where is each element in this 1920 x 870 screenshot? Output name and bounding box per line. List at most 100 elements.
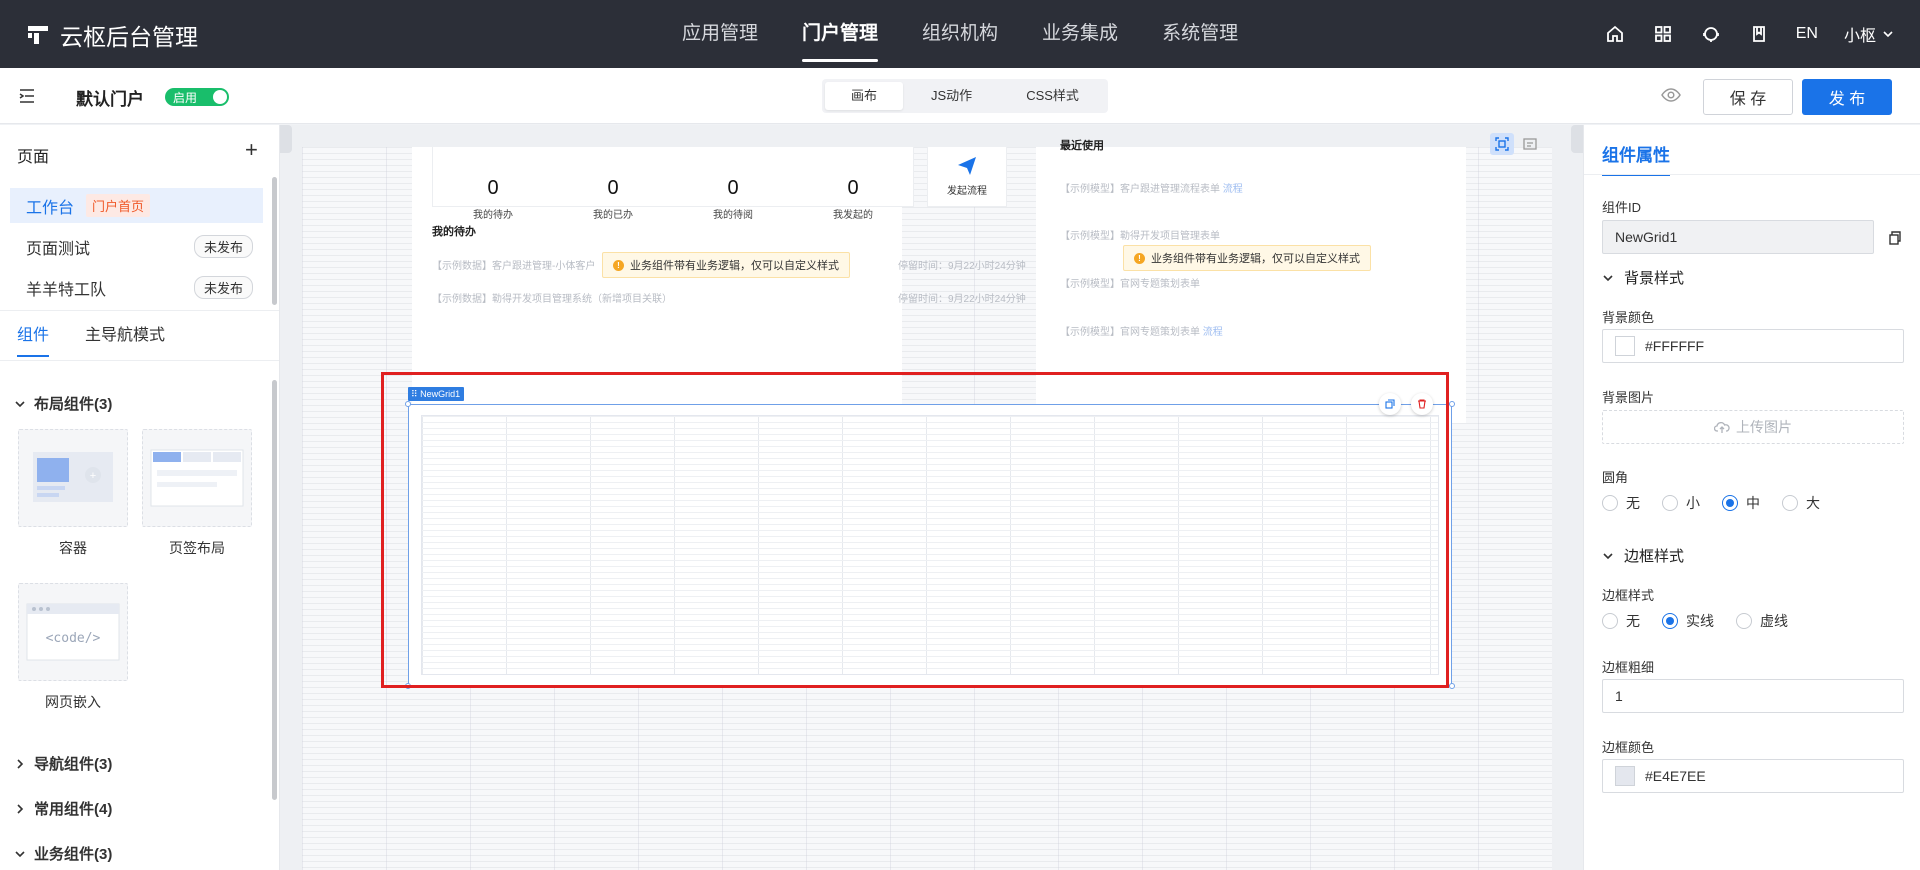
stat-todo[interactable]: 0 我的待办 xyxy=(433,177,553,221)
color-swatch[interactable] xyxy=(1615,336,1635,356)
group-label: 业务组件(3) xyxy=(34,846,113,863)
chevron-down-icon xyxy=(1883,31,1893,38)
resize-handle[interactable] xyxy=(1449,683,1455,689)
border-section-toggle[interactable]: 边框样式 xyxy=(1602,545,1684,566)
main-nav: 应用管理 门户管理 组织机构 业务集成 系统管理 xyxy=(660,0,1260,68)
mobile-view-icon[interactable] xyxy=(1518,133,1542,155)
portal-name: 默认门户 xyxy=(76,90,144,109)
tab-js-actions[interactable]: JS动作 xyxy=(905,82,998,110)
collapse-left-handle[interactable] xyxy=(280,125,292,153)
group-common[interactable]: 常用组件(4) xyxy=(14,798,112,819)
chevron-right-icon xyxy=(17,758,24,769)
grid-apps-icon[interactable] xyxy=(1652,23,1674,45)
radius-label: 圆角 xyxy=(1602,470,1629,485)
business-warning: ! 业务组件带有业务逻辑，仅可以自定义样式 xyxy=(1123,245,1371,271)
todo-row-time: 停留时间：9月22小时24分钟 xyxy=(898,261,1026,272)
component-tab-layout[interactable] xyxy=(142,429,252,527)
nav-system[interactable]: 系统管理 xyxy=(1140,0,1260,68)
recent-row[interactable]: 【示例模型】勒得开发项目管理表单 xyxy=(1060,227,1220,242)
enable-label: 启用 xyxy=(173,90,198,105)
chevron-down-icon xyxy=(15,400,25,407)
tab-css-styles[interactable]: CSS样式 xyxy=(1000,82,1105,110)
recent-row[interactable]: 【示例模型】客户跟进管理流程表单 流程 xyxy=(1060,180,1243,195)
upload-image-button[interactable]: 上传图片 xyxy=(1602,410,1904,444)
save-button[interactable]: 保 存 xyxy=(1703,79,1793,115)
app-logo[interactable]: 云枢后台管理 xyxy=(26,18,198,52)
border-color-field[interactable]: #E4E7EE xyxy=(1602,759,1904,793)
properties-title[interactable]: 组件属性 xyxy=(1602,141,1670,176)
stats-panel: 0 我的待办 0 我的已办 0 我的待阅 0 我发起的 xyxy=(432,147,914,221)
components-scrollbar[interactable] xyxy=(272,380,277,800)
radius-medium[interactable]: 中 xyxy=(1722,493,1760,513)
page-item-test[interactable]: 页面测试 未发布 xyxy=(10,229,263,264)
border-width-field[interactable]: 1 xyxy=(1602,679,1904,713)
color-swatch[interactable] xyxy=(1615,766,1635,786)
group-layout[interactable]: 布局组件(3) xyxy=(14,393,112,414)
collapse-right-handle[interactable] xyxy=(1571,125,1583,153)
nav-integration[interactable]: 业务集成 xyxy=(1020,0,1140,68)
code-embed-icon: <code/> xyxy=(26,603,120,661)
enable-toggle[interactable]: 启用 xyxy=(165,88,229,106)
radius-none[interactable]: 无 xyxy=(1602,493,1640,513)
warning-icon: ! xyxy=(613,259,624,271)
top-right-tools: EN 小枢 xyxy=(1604,0,1894,68)
preview-eye-icon[interactable] xyxy=(1660,84,1682,109)
group-navigation[interactable]: 导航组件(3) xyxy=(14,753,112,774)
divider xyxy=(0,360,279,361)
radius-large[interactable]: 大 xyxy=(1782,493,1820,513)
border-none[interactable]: 无 xyxy=(1602,611,1640,631)
group-business[interactable]: 业务组件(3) xyxy=(14,843,112,864)
book-icon[interactable] xyxy=(1748,23,1770,45)
upload-cloud-icon xyxy=(1714,421,1730,433)
tab-components[interactable]: 组件 xyxy=(17,321,50,357)
todo-row[interactable]: 【示例数据】客户跟进管理-小体客户 xyxy=(432,257,595,272)
chevron-down-icon xyxy=(1603,274,1613,281)
business-warning: ! 业务组件带有业务逻辑，仅可以自定义样式 xyxy=(602,252,850,278)
user-menu[interactable]: 小枢 xyxy=(1844,22,1894,46)
stat-done[interactable]: 0 我的已办 xyxy=(553,177,673,221)
publish-button[interactable]: 发 布 xyxy=(1802,79,1892,115)
launch-process-button[interactable]: 发起流程 xyxy=(927,147,1007,207)
top-navigation: 云枢后台管理 应用管理 门户管理 组织机构 业务集成 系统管理 EN 小枢 xyxy=(0,0,1920,68)
editor-toolbar: 默认门户 启用 画布 JS动作 CSS样式 保 存 发 布 xyxy=(0,68,1920,124)
stat-initiated[interactable]: 0 我发起的 xyxy=(793,177,913,221)
component-container[interactable]: + xyxy=(18,429,128,527)
group-label: 布局组件(3) xyxy=(34,396,113,413)
border-dashed[interactable]: 虚线 xyxy=(1736,611,1788,631)
recent-row[interactable]: 【示例模型】官网专题策划表单 流程 xyxy=(1060,323,1223,338)
resize-handle[interactable] xyxy=(1449,401,1455,407)
background-section-toggle[interactable]: 背景样式 xyxy=(1602,267,1684,288)
add-page-icon[interactable]: + xyxy=(245,139,258,161)
chevron-down-icon xyxy=(15,850,25,857)
stat-read[interactable]: 0 我的待阅 xyxy=(673,177,793,221)
tab-canvas[interactable]: 画布 xyxy=(825,82,904,110)
support-icon[interactable] xyxy=(1700,23,1722,45)
component-id-field[interactable]: NewGrid1 xyxy=(1602,220,1874,254)
pages-scrollbar[interactable] xyxy=(272,177,277,305)
component-iframe[interactable]: <code/> xyxy=(18,583,128,681)
fit-screen-icon[interactable] xyxy=(1490,133,1514,155)
home-icon[interactable] xyxy=(1604,23,1626,45)
tab-main-nav-mode[interactable]: 主导航模式 xyxy=(85,321,165,357)
border-style-label: 边框样式 xyxy=(1602,588,1655,603)
nav-organization[interactable]: 组织机构 xyxy=(900,0,1020,68)
bg-image-label: 背景图片 xyxy=(1602,390,1655,405)
page-name: 工作台 xyxy=(26,199,75,217)
menu-collapse-icon[interactable] xyxy=(18,87,36,108)
border-solid[interactable]: 实线 xyxy=(1662,611,1714,631)
language-switch[interactable]: EN xyxy=(1796,25,1818,43)
todo-row[interactable]: 【示例数据】勒得开发项目管理系统（新增项目关联） xyxy=(432,290,672,305)
recent-row[interactable]: 【示例模型】官网专题策划表单 xyxy=(1060,275,1200,290)
copy-icon[interactable] xyxy=(1887,230,1903,249)
nav-portal-management[interactable]: 门户管理 xyxy=(780,0,900,68)
group-label: 导航组件(3) xyxy=(34,756,113,773)
tab-layout-icon xyxy=(150,449,244,507)
user-name: 小枢 xyxy=(1843,28,1876,45)
nav-app-management[interactable]: 应用管理 xyxy=(660,0,780,68)
page-item-team[interactable]: 羊羊特工队 未发布 xyxy=(10,270,263,305)
bg-color-field[interactable]: #FFFFFF xyxy=(1602,329,1904,363)
radius-small[interactable]: 小 xyxy=(1662,493,1700,513)
unpublished-tag: 未发布 xyxy=(193,276,253,299)
recent-title: 最近使用 xyxy=(1060,140,1104,152)
page-item-workbench[interactable]: 工作台 门户首页 xyxy=(10,188,263,223)
